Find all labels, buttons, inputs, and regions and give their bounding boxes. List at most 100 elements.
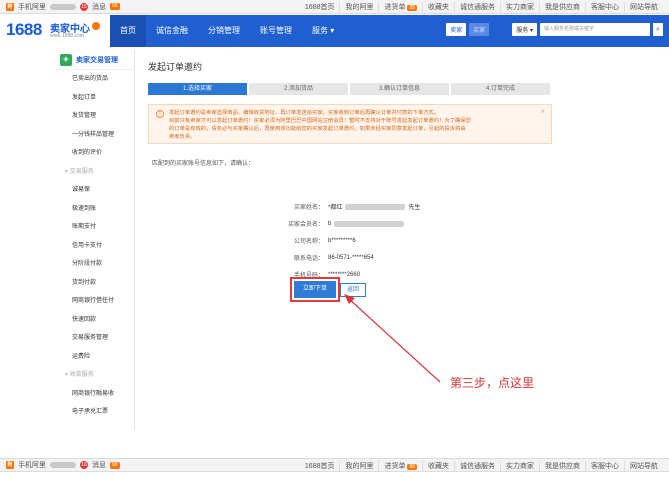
link-supplier[interactable]: 我是供应商 — [539, 2, 585, 12]
nav-distribution[interactable]: 分销管理 — [198, 15, 250, 47]
buyer-info: 买家姓名： *都红 先生 买家会员名： b 公司名称： b*********6 … — [264, 198, 464, 283]
link-site-nav[interactable]: 网站导航 — [624, 2, 663, 12]
info-value-member: b — [328, 220, 405, 227]
mobile-icon: 阿 — [6, 2, 14, 11]
link-help-center[interactable]: 客服中心 — [585, 2, 624, 12]
notice-line-4: 卖家负责。 — [169, 134, 196, 140]
sidebar-item-trade-8[interactable]: 交易服务管理 — [55, 329, 134, 348]
page-title: 发起订单邀约 — [148, 62, 203, 72]
main-header: 1688 卖家中心 work.1688.com 首页 诚信金融 分销管理 账号管… — [0, 15, 669, 47]
redacted-member — [334, 220, 405, 227]
sidebar-item-create-order[interactable]: 发起订单 — [55, 89, 134, 108]
nav-services-label: 服务 — [312, 26, 328, 35]
bottom-utility-bar: 阿 手机阿里 16 消息 99 1688首页 我的阿里 进货单 88 收藏夹 诚… — [0, 458, 669, 472]
sidebar-item-sold-goods[interactable]: 已卖出的货品 — [55, 70, 134, 89]
link-chengxintong[interactable]: 诚信通服务 — [454, 2, 500, 12]
search-icon[interactable]: ⌕ — [653, 23, 663, 36]
sidebar-item-trade-1[interactable]: 极速到账 — [55, 200, 134, 219]
sidebar-item-trade-9[interactable]: 运费险 — [55, 348, 134, 367]
sidebar-header[interactable]: ◈ 卖家交易管理 — [55, 50, 134, 70]
info-value-member-text: b — [328, 220, 332, 227]
link-cart-bottom[interactable]: 进货单 88 — [378, 461, 422, 471]
avatar-badge: 16 — [80, 2, 88, 11]
seller-toggle-button[interactable]: 卖家 — [446, 23, 467, 36]
messages-link[interactable]: 消息 — [92, 2, 106, 12]
order-now-button[interactable]: 立即下单 — [290, 277, 340, 302]
link-chengxintong-bottom[interactable]: 诚信通服务 — [454, 461, 500, 471]
action-buttons: 立即下单 返回 — [290, 277, 366, 302]
link-strong-merchant[interactable]: 实力商家 — [500, 2, 539, 12]
username-redacted — [50, 3, 76, 10]
info-value-company: b*********6 — [328, 237, 356, 244]
sidebar-item-trade-6[interactable]: 网商银行借任付 — [55, 292, 134, 311]
sidebar-item-reviews[interactable]: 收到的评价 — [55, 144, 134, 163]
logo-dropdown-icon[interactable] — [92, 22, 100, 30]
avatar-badge-bottom: 16 — [80, 461, 88, 469]
link-my-ali-bottom[interactable]: 我的阿里 — [339, 461, 378, 471]
sidebar-item-trade-2[interactable]: 账期支付 — [55, 218, 134, 237]
step-confirm-order: 3.确认订单信息 — [350, 83, 449, 95]
sidebar-item-trade-4[interactable]: 分阶段付款 — [55, 255, 134, 274]
confirm-prompt: 匹配到的买家账号信息如下，请确认： — [152, 161, 255, 167]
link-cart-label-bottom: 进货单 — [384, 463, 406, 470]
notice-box: ! 发起订单邀约是卖家选择商品、编辑收货地址、再订单发送给买家，买家收到订单后再… — [148, 104, 552, 144]
nav-finance[interactable]: 诚信金融 — [146, 15, 198, 47]
sidebar-item-trade-0[interactable]: 诚易保 — [55, 181, 134, 200]
info-label-name: 买家姓名： — [293, 205, 324, 211]
warning-icon: ! — [156, 110, 164, 118]
step-order-complete: 4.订单完成 — [451, 83, 550, 95]
link-supplier-bottom[interactable]: 我是供应商 — [539, 461, 585, 471]
search-input[interactable]: 输入服务名称或关键字 — [540, 23, 650, 36]
info-label-company: 公司名称： — [293, 239, 324, 245]
info-row-name: 买家姓名： *都红 先生 — [264, 198, 464, 215]
logo-1688-text: 1688 — [6, 20, 42, 39]
logo[interactable]: 1688 卖家中心 work.1688.com — [6, 18, 106, 44]
info-value-name: *都红 先生 — [328, 202, 420, 211]
link-favorites-bottom[interactable]: 收藏夹 — [422, 461, 454, 471]
cart-count-badge-bottom: 88 — [407, 464, 417, 470]
step-add-goods: 2.添加货品 — [249, 83, 348, 95]
link-strong-merchant-bottom[interactable]: 实力商家 — [500, 461, 539, 471]
sidebar-item-trade-3[interactable]: 信用卡支付 — [55, 237, 134, 256]
sidebar-group-collect[interactable]: 收款服务 — [55, 366, 134, 385]
step-progress: 1.选择买家 2.添加货品 3.确认订单信息 4.订单完成 — [148, 83, 552, 95]
link-favorites[interactable]: 收藏夹 — [422, 2, 454, 12]
sidebar-item-trade-7[interactable]: 快速回款 — [55, 311, 134, 330]
service-select[interactable]: 服务 ▾ — [512, 23, 537, 36]
info-value-phone: 86-0571-*****654 — [328, 254, 374, 261]
link-help-center-bottom[interactable]: 客服中心 — [585, 461, 624, 471]
notice-line-1: 发起订单邀约是卖家选择商品、编辑收货地址、再订单发送给买家，买家收到订单后再确认… — [169, 110, 440, 116]
sidebar: ◈ 卖家交易管理 已卖出的货品 发起订单 发货管理 一分钱样品管理 收到的评价 … — [55, 50, 135, 430]
back-button[interactable]: 返回 — [340, 283, 366, 297]
mobile-ali-link[interactable]: 手机阿里 — [18, 2, 46, 12]
info-label-phone: 联系电话： — [293, 256, 324, 262]
sidebar-item-shipping[interactable]: 发货管理 — [55, 107, 134, 126]
step-select-buyer: 1.选择买家 — [148, 83, 247, 95]
notice-line-3: 的订单是有效的，请务必与买家确认后，再使用该功能给您的买家发起订单邀约。如果未经… — [169, 126, 466, 132]
info-row-phone: 联系电话： 86-0571-*****654 — [264, 249, 464, 266]
sidebar-title: 卖家交易管理 — [76, 56, 118, 64]
link-1688-home-bottom[interactable]: 1688首页 — [300, 461, 340, 471]
link-my-ali[interactable]: 我的阿里 — [339, 2, 378, 12]
username-redacted-bottom — [50, 462, 76, 468]
link-cart[interactable]: 进货单 88 — [378, 2, 422, 12]
sidebar-item-collect-0[interactable]: 网商银行融易收 — [55, 385, 134, 404]
main-nav: 首页 诚信金融 分销管理 账号管理 服务 ▾ 卖家 买家 服务 ▾ 输入服务名称… — [110, 15, 669, 47]
sidebar-item-collect-1[interactable]: 电子承兑汇票 — [55, 403, 134, 422]
notice-line-2: 目前只有卖家才可以发起订单邀约！买家必须为阿里巴巴中国网站注册会员！暂时不支持对… — [169, 118, 471, 124]
top-utility-bar: 阿 手机阿里 16 消息 99 1688首页 我的阿里 进货单 88 收藏夹 诚… — [0, 0, 669, 14]
messages-link-bottom[interactable]: 消息 — [92, 460, 106, 470]
link-1688-home[interactable]: 1688首页 — [300, 2, 340, 12]
sidebar-group-trade[interactable]: 交易服务 — [55, 163, 134, 182]
link-site-nav-bottom[interactable]: 网站导航 — [624, 461, 663, 471]
buyer-toggle-button[interactable]: 买家 — [469, 23, 490, 36]
nav-home[interactable]: 首页 — [110, 15, 146, 47]
bottom-links: 1688首页 我的阿里 进货单 88 收藏夹 诚信通服务 实力商家 我是供应商 … — [300, 459, 663, 473]
nav-account[interactable]: 账号管理 — [250, 15, 302, 47]
info-label-mobile: 手机号码： — [293, 273, 324, 279]
sidebar-item-sample[interactable]: 一分钱样品管理 — [55, 126, 134, 145]
nav-services[interactable]: 服务 ▾ — [302, 15, 344, 47]
sidebar-item-trade-5[interactable]: 货到付款 — [55, 274, 134, 293]
close-icon[interactable]: × — [540, 107, 545, 116]
mobile-ali-link-bottom[interactable]: 手机阿里 — [18, 460, 46, 470]
